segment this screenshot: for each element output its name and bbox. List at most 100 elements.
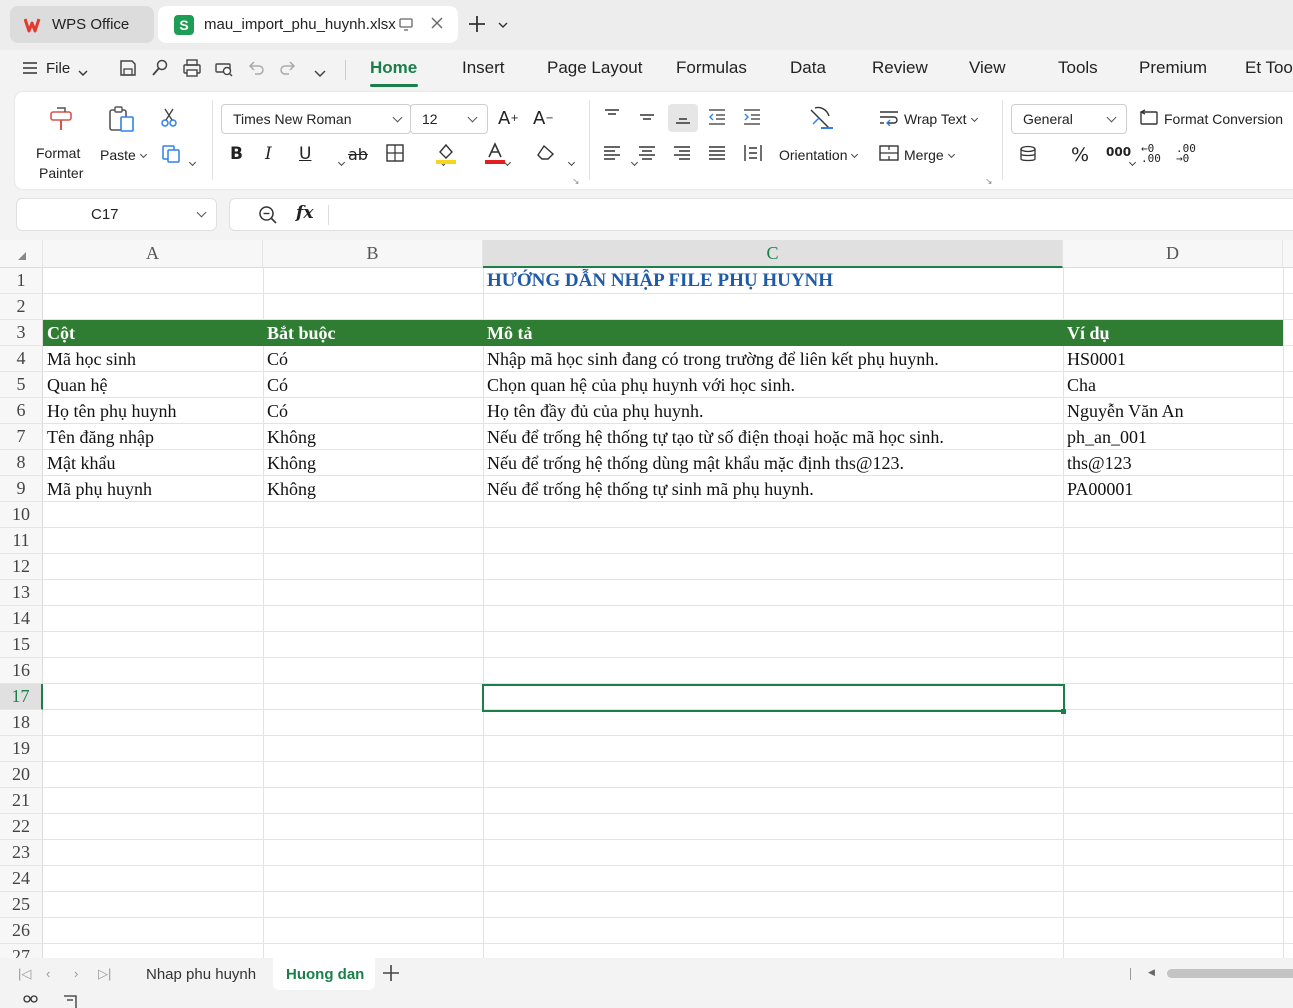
table-cell[interactable]: Họ tên phụ huynh <box>43 398 263 424</box>
format-painter-icon[interactable] <box>47 104 75 134</box>
decrease-indent-icon[interactable] <box>707 108 727 126</box>
column-header-b[interactable]: B <box>263 240 483 268</box>
table-cell[interactable]: Mã học sinh <box>43 346 263 372</box>
add-sheet-icon[interactable] <box>382 964 400 985</box>
distributed-icon[interactable] <box>743 144 763 162</box>
prev-sheet-icon[interactable]: ‹ <box>46 966 50 981</box>
menu-home[interactable]: Home <box>370 58 417 78</box>
row-header[interactable]: 10 <box>0 502 43 528</box>
first-sheet-icon[interactable]: |◁ <box>18 966 31 982</box>
table-cell[interactable]: Có <box>263 372 483 398</box>
format-painter-label-2[interactable]: Painter <box>39 165 83 181</box>
row-header[interactable]: 19 <box>0 736 43 762</box>
menu-formulas[interactable]: Formulas <box>676 58 747 78</box>
header-cell-cot[interactable]: Cột <box>43 320 263 346</box>
table-cell[interactable]: Mật khẩu <box>43 450 263 476</box>
borders-icon[interactable] <box>386 144 404 162</box>
table-cell[interactable]: Không <box>263 424 483 450</box>
file-chevron-icon[interactable] <box>78 64 88 80</box>
decrease-font-icon[interactable]: A − <box>533 108 554 129</box>
underline-icon[interactable]: U <box>299 144 311 164</box>
tab-document[interactable]: S mau_import_phu_huynh.xlsx <box>158 6 458 43</box>
row-header[interactable]: 18 <box>0 710 43 736</box>
name-box[interactable]: C17 <box>16 198 217 231</box>
font-color-icon[interactable] <box>484 142 506 164</box>
number-format-select[interactable]: General <box>1011 104 1127 134</box>
table-cell[interactable]: PA00001 <box>1063 476 1283 502</box>
row-header[interactable]: 24 <box>0 866 43 892</box>
menu-data[interactable]: Data <box>790 58 826 78</box>
format-conversion-label[interactable]: Format Conversion <box>1164 111 1283 127</box>
table-cell[interactable]: Quan hệ <box>43 372 263 398</box>
header-cell-mo-ta[interactable]: Mô tả <box>483 320 1063 346</box>
row-header[interactable]: 27 <box>0 944 43 958</box>
format-conversion-icon[interactable] <box>1139 109 1159 127</box>
font-size-select[interactable]: 12 <box>410 104 488 134</box>
table-cell[interactable]: Nhập mã học sinh đang có trong trường để… <box>483 346 1063 372</box>
copy-icon[interactable] <box>161 144 181 164</box>
row-header[interactable]: 4 <box>0 346 43 372</box>
column-header-e[interactable] <box>1283 240 1293 268</box>
align-right-icon[interactable] <box>673 145 691 161</box>
wrap-text-label[interactable]: Wrap Text <box>904 111 978 127</box>
sheet-title-cell[interactable]: HƯỚNG DẪN NHẬP FILE PHỤ HUYNH <box>483 268 1063 294</box>
alignment-dialog-launcher-icon[interactable]: ↘ <box>985 176 993 187</box>
zoom-formula-icon[interactable] <box>258 205 278 228</box>
menu-tools[interactable]: Tools <box>1058 58 1098 78</box>
row-header[interactable]: 25 <box>0 892 43 918</box>
strikethrough-icon[interactable]: ab <box>348 145 368 164</box>
table-cell[interactable]: Nếu để trống hệ thống tự tạo từ số điện … <box>483 424 1063 450</box>
orientation-icon[interactable] <box>807 104 835 134</box>
fill-color-icon[interactable] <box>435 142 457 164</box>
increase-font-icon[interactable]: A + <box>498 108 519 129</box>
cut-icon[interactable] <box>160 108 178 128</box>
active-cell-selection[interactable] <box>482 684 1065 712</box>
row-header[interactable]: 13 <box>0 580 43 606</box>
hamburger-icon[interactable] <box>22 61 38 78</box>
save-icon[interactable] <box>118 58 138 81</box>
merge-label[interactable]: Merge <box>904 147 955 163</box>
row-header[interactable]: 15 <box>0 632 43 658</box>
fx-icon[interactable]: fx <box>296 203 313 223</box>
macro-icon[interactable] <box>22 994 40 1008</box>
format-painter-label[interactable]: Format <box>36 145 80 161</box>
font-dialog-launcher-icon[interactable]: ↘ <box>572 176 580 187</box>
close-tab-icon[interactable] <box>430 16 444 34</box>
menu-et-tools[interactable]: Et Too <box>1245 58 1293 78</box>
menu-review[interactable]: Review <box>872 58 928 78</box>
export-pdf-icon[interactable] <box>150 58 170 81</box>
paste-icon[interactable] <box>107 104 137 134</box>
table-cell[interactable]: Họ tên đầy đủ của phụ huynh. <box>483 398 1063 424</box>
row-header[interactable]: 16 <box>0 658 43 684</box>
bold-icon[interactable]: B <box>230 144 243 164</box>
header-cell-vi-du[interactable]: Ví dụ <box>1063 320 1283 346</box>
table-cell[interactable]: Có <box>263 398 483 424</box>
merge-icon[interactable] <box>879 145 899 161</box>
table-cell[interactable]: Có <box>263 346 483 372</box>
row-header[interactable]: 9 <box>0 476 43 502</box>
increase-decimal-icon[interactable]: ←0.00 <box>1141 143 1161 164</box>
table-cell[interactable]: Mã phụ huynh <box>43 476 263 502</box>
row-header[interactable]: 2 <box>0 294 43 320</box>
currency-icon[interactable] <box>1019 145 1037 163</box>
align-left-icon[interactable] <box>603 145 621 161</box>
row-header[interactable]: 14 <box>0 606 43 632</box>
table-cell[interactable]: Nguyễn Văn An <box>1063 398 1283 424</box>
table-cell[interactable]: HS0001 <box>1063 346 1283 372</box>
menu-premium[interactable]: Premium <box>1139 58 1207 78</box>
thousands-separator-icon[interactable]: 000 <box>1106 145 1131 159</box>
fill-handle[interactable] <box>1061 709 1066 714</box>
select-all-corner[interactable] <box>0 240 43 268</box>
tab-list-chevron-icon[interactable] <box>498 17 508 33</box>
row-header[interactable]: 8 <box>0 450 43 476</box>
paste-chevron-icon[interactable] <box>139 150 147 159</box>
row-header[interactable]: 23 <box>0 840 43 866</box>
row-header[interactable]: 5 <box>0 372 43 398</box>
row-header[interactable]: 6 <box>0 398 43 424</box>
table-cell[interactable]: Chọn quan hệ của phụ huynh với học sinh. <box>483 372 1063 398</box>
column-header-a[interactable]: A <box>43 240 263 268</box>
align-top-icon[interactable] <box>603 108 621 122</box>
paste-label[interactable]: Paste <box>100 147 147 163</box>
file-menu[interactable]: File <box>46 60 70 77</box>
align-bottom-icon[interactable] <box>668 104 698 132</box>
